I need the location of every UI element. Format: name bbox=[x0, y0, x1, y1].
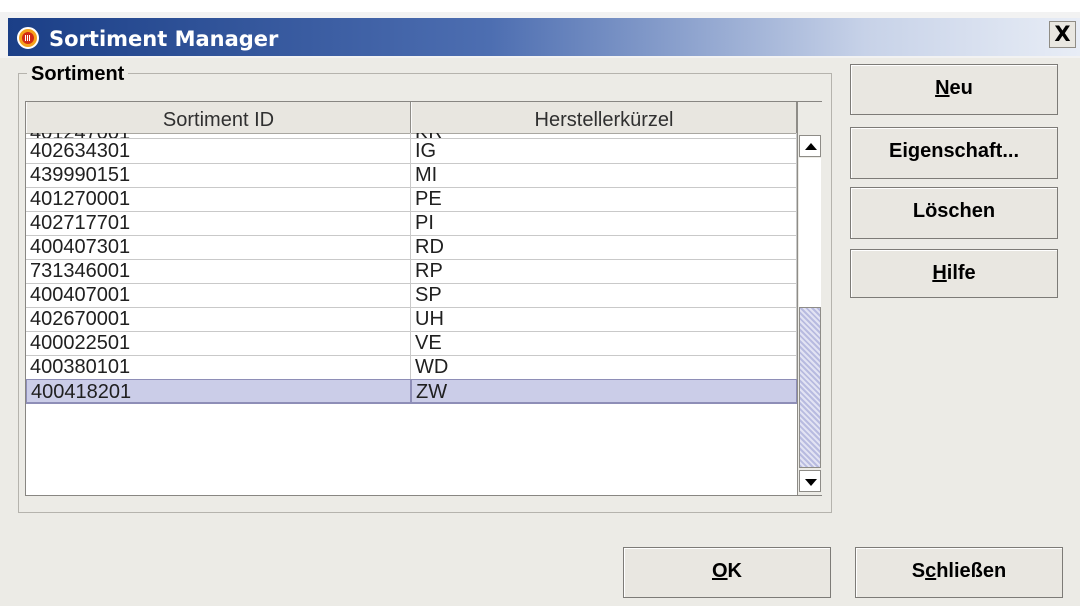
scroll-track[interactable] bbox=[799, 158, 821, 468]
ok-button[interactable]: OK bbox=[623, 547, 831, 598]
cell-sortiment-id: 402670001 bbox=[26, 307, 411, 331]
cell-herstellerkuerzel: PE bbox=[411, 187, 797, 211]
table-row[interactable]: 402634301 IG bbox=[26, 139, 797, 164]
scrollbar-corner bbox=[797, 102, 822, 133]
table-body: 401247001KR402634301IG439990151MI4012700… bbox=[26, 133, 797, 495]
hilfe-mnemonic: H bbox=[932, 262, 947, 284]
sortiment-manager-window: Sortiment Manager X Sortiment Sortiment … bbox=[0, 0, 1080, 606]
cell-herstellerkuerzel: SP bbox=[411, 283, 797, 307]
scroll-thumb[interactable] bbox=[799, 307, 821, 468]
cell-herstellerkuerzel: RD bbox=[411, 235, 797, 259]
scroll-down-button[interactable] bbox=[799, 470, 821, 492]
table-row[interactable]: 400022501 VE bbox=[26, 331, 797, 356]
hilfe-label-rest: ilfe bbox=[946, 262, 976, 284]
table-row[interactable]: 400407301 RD bbox=[26, 235, 797, 260]
app-logo-icon bbox=[17, 27, 39, 49]
vertical-scrollbar[interactable] bbox=[797, 133, 822, 495]
cell-sortiment-id: 731346001 bbox=[26, 259, 411, 283]
group-title: Sortiment bbox=[27, 63, 129, 86]
arrow-up-icon bbox=[805, 143, 817, 150]
column-header-herstellerkuerzel[interactable]: Herstellerkürzel bbox=[411, 102, 797, 133]
cell-herstellerkuerzel: IG bbox=[411, 139, 797, 163]
cell-sortiment-id: 402717701 bbox=[26, 211, 411, 235]
ok-label-rest: K bbox=[727, 560, 742, 582]
cell-sortiment-id: 401270001 bbox=[26, 187, 411, 211]
table-row[interactable]: 439990151 MI bbox=[26, 163, 797, 188]
cell-herstellerkuerzel: VE bbox=[411, 331, 797, 355]
cell-herstellerkuerzel: PI bbox=[411, 211, 797, 235]
cell-herstellerkuerzel: ZW bbox=[411, 379, 797, 403]
table-row[interactable]: 400418201 ZW bbox=[26, 379, 797, 404]
cell-herstellerkuerzel: RP bbox=[411, 259, 797, 283]
table-row[interactable]: 402670001 UH bbox=[26, 307, 797, 332]
ok-mnemonic: O bbox=[711, 560, 728, 582]
cell-herstellerkuerzel: KR bbox=[411, 133, 797, 138]
table-header: Sortiment ID Herstellerkürzel bbox=[26, 102, 797, 134]
hilfe-button[interactable]: Hilfe bbox=[850, 249, 1058, 298]
cell-sortiment-id: 400407301 bbox=[26, 235, 411, 259]
schliessen-mnemonic: c bbox=[925, 560, 937, 582]
column-header-sortiment-id[interactable]: Sortiment ID bbox=[26, 102, 411, 133]
eigenschaft-button[interactable]: Eigenschaft... bbox=[850, 127, 1058, 179]
schliessen-label-rest: hließen bbox=[936, 560, 1007, 582]
table-row[interactable]: 400380101 WD bbox=[26, 355, 797, 380]
neu-button[interactable]: Neu bbox=[850, 64, 1058, 115]
table-row[interactable]: 401270001 PE bbox=[26, 187, 797, 212]
scroll-up-button[interactable] bbox=[799, 135, 821, 157]
close-icon[interactable]: X bbox=[1049, 21, 1076, 48]
arrow-down-icon bbox=[805, 479, 817, 486]
cell-sortiment-id: 401247001 bbox=[26, 133, 411, 138]
table-row[interactable]: 400407001 SP bbox=[26, 283, 797, 308]
table-row[interactable]: 731346001 RP bbox=[26, 259, 797, 284]
window-title: Sortiment Manager bbox=[49, 27, 279, 51]
table-row[interactable]: 402717701 PI bbox=[26, 211, 797, 236]
cell-herstellerkuerzel: WD bbox=[411, 355, 797, 379]
cell-sortiment-id: 400418201 bbox=[26, 379, 411, 403]
cell-herstellerkuerzel: UH bbox=[411, 307, 797, 331]
neu-mnemonic: N bbox=[935, 77, 950, 99]
cell-sortiment-id: 439990151 bbox=[26, 163, 411, 187]
schliessen-label-pre: S bbox=[911, 560, 926, 582]
cell-sortiment-id: 400022501 bbox=[26, 331, 411, 355]
cell-sortiment-id: 400380101 bbox=[26, 355, 411, 379]
cell-sortiment-id: 400407001 bbox=[26, 283, 411, 307]
schliessen-button[interactable]: Schließen bbox=[855, 547, 1063, 598]
sortiment-table: Sortiment ID Herstellerkürzel 401247001K… bbox=[25, 101, 822, 496]
cell-sortiment-id: 402634301 bbox=[26, 139, 411, 163]
cell-herstellerkuerzel: MI bbox=[411, 163, 797, 187]
neu-label-rest: eu bbox=[949, 77, 973, 99]
loeschen-button[interactable]: Löschen bbox=[850, 187, 1058, 239]
